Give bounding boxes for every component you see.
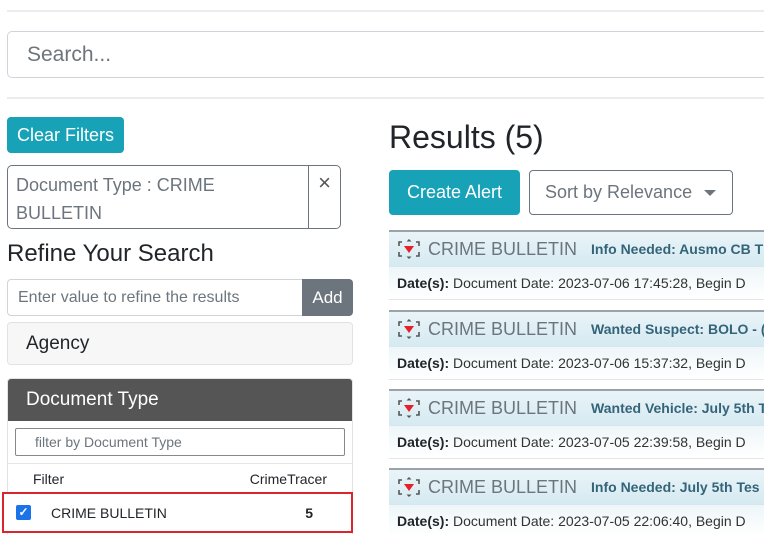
crime-bulletin-icon [396,476,422,498]
remove-filter-icon[interactable]: × [309,166,340,228]
result-header[interactable]: CRIME BULLETIN Wanted Vehicle: July 5th T [389,389,764,425]
result-date-text: Document Date: 2023-07-06 17:45:28, Begi… [453,275,746,291]
result-type: CRIME BULLETIN [428,476,578,497]
facet-document-type-header[interactable]: Document Type [8,379,352,421]
result-date-label: Date(s): [397,513,450,529]
sort-label: Sort by Relevance [545,182,693,202]
result-item[interactable]: CRIME BULLETIN Wanted Vehicle: July 5th T… [389,389,764,461]
result-date-label: Date(s): [397,355,450,371]
sort-dropdown[interactable]: Sort by Relevance [529,170,733,215]
create-alert-button[interactable]: Create Alert [389,170,520,215]
result-type: CRIME BULLETIN [428,397,578,418]
result-date-text: Document Date: 2023-07-05 22:06:40, Begi… [453,513,746,529]
active-filter-label: Document Type : CRIME BULLETIN [8,166,309,228]
result-header[interactable]: CRIME BULLETIN Info Needed: July 5th Tes [389,468,764,504]
result-dates: Date(s): Document Date: 2023-07-06 17:45… [389,266,764,300]
divider-mid [7,97,764,99]
column-crimetracer: CrimeTracer [249,471,327,487]
result-dates: Date(s): Document Date: 2023-07-05 22:39… [389,425,764,459]
results-title: Results (5) [389,119,544,155]
result-date-text: Document Date: 2023-07-05 22:39:58, Begi… [453,434,746,450]
facet-agency[interactable]: Agency [7,322,353,365]
document-type-filter-input[interactable]: filter by Document Type [15,428,345,456]
result-title[interactable]: Info Needed: Ausmo CB T [591,241,763,257]
result-date-label: Date(s): [397,275,450,291]
result-dates: Date(s): Document Date: 2023-07-05 22:06… [389,504,764,534]
result-header[interactable]: CRIME BULLETIN Wanted Suspect: BOLO - ( [389,310,764,346]
checkbox-checked[interactable]: ✓ [16,505,31,520]
refine-input[interactable]: Enter value to refine the results [7,279,303,316]
result-title[interactable]: Info Needed: July 5th Tes [591,479,760,495]
result-date-label: Date(s): [397,434,450,450]
refine-add-button[interactable]: Add [302,279,353,316]
result-item[interactable]: CRIME BULLETIN Wanted Suspect: BOLO - ( Da… [389,310,764,382]
result-date-text: Document Date: 2023-07-06 15:37:32, Begi… [453,355,746,371]
facet-columns: Filter CrimeTracer [8,464,352,494]
crime-bulletin-icon [396,238,422,260]
refine-title: Refine Your Search [7,240,214,267]
result-type: CRIME BULLETIN [428,318,578,339]
facet-row[interactable]: ✓ CRIME BULLETIN 5 [2,492,353,533]
result-item[interactable]: CRIME BULLETIN Info Needed: July 5th Tes D… [389,468,764,534]
clear-filters-button[interactable]: Clear Filters [7,117,124,153]
search-input[interactable]: Search... [7,31,764,78]
divider-top [7,10,764,12]
crime-bulletin-icon [396,397,422,419]
facet-row-label: CRIME BULLETIN [51,504,167,521]
column-filter: Filter [33,471,65,487]
active-filter-chip: Document Type : CRIME BULLETIN × [7,165,341,229]
result-type: CRIME BULLETIN [428,238,578,259]
result-header[interactable]: CRIME BULLETIN Info Needed: Ausmo CB T [389,230,764,266]
result-dates: Date(s): Document Date: 2023-07-06 15:37… [389,346,764,380]
result-item[interactable]: CRIME BULLETIN Info Needed: Ausmo CB T Dat… [389,230,764,302]
result-title[interactable]: Wanted Suspect: BOLO - ( [591,321,764,337]
crime-bulletin-icon [396,318,422,340]
facet-row-count: 5 [305,504,313,521]
caret-down-icon [704,190,716,196]
result-title[interactable]: Wanted Vehicle: July 5th T [591,400,764,416]
